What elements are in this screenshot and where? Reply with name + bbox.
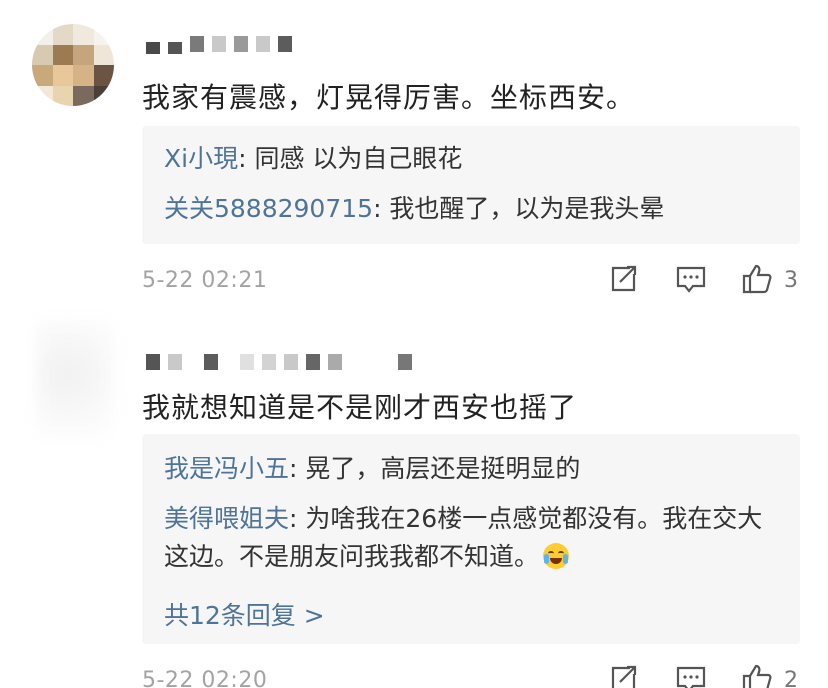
reply-box[interactable]: 我是冯小五: 晃了，高层还是挺明显的 美得喂姐夫: 为啥我在26楼一点感觉都没有… [142, 434, 800, 644]
comment-feed: 我家有震感，灯晃得厉害。坐标西安。 Xi小現: 同感 以为自己眼花 关关5888… [0, 0, 828, 688]
reply-content: : 我也醒了，以为是我头晕 [373, 194, 665, 223]
reply-item[interactable]: Xi小現: 同感 以为自己眼花 [164, 140, 462, 178]
reply-box[interactable]: Xi小現: 同感 以为自己眼花 关关5888290715: 我也醒了，以为是我头… [142, 126, 800, 244]
comment-text: 我家有震感，灯晃得厉害。坐标西安。 [142, 81, 636, 114]
comment-item: 我家有震感，灯晃得厉害。坐标西安。 Xi小現: 同感 以为自己眼花 关关5888… [0, 0, 828, 310]
reply-item[interactable]: 美得喂姐夫: 为啥我在26楼一点感觉都没有。我在交大这边。不是朋友问我我都不知道… [164, 500, 774, 576]
comment-meta: 5-22 02:20 2 [142, 660, 802, 688]
timestamp: 5-22 02:20 [142, 668, 268, 688]
reply-author[interactable]: 美得喂姐夫 [164, 504, 289, 533]
thumbs-up-icon[interactable] [740, 262, 774, 296]
reply-item[interactable]: 我是冯小五: 晃了，高层还是挺明显的 [164, 450, 580, 488]
reply-author[interactable]: 我是冯小五 [164, 454, 289, 483]
avatar[interactable] [32, 24, 114, 106]
comment-icon[interactable] [674, 262, 708, 296]
comment-text: 我就想知道是不是刚才西安也摇了 [142, 391, 578, 424]
like-count: 2 [784, 668, 798, 688]
username-pixelated[interactable] [146, 352, 420, 372]
thumbs-up-icon[interactable] [740, 662, 774, 688]
laughing-crying-emoji-icon [543, 543, 570, 569]
comment-item: 我就想知道是不是刚才西安也摇了 我是冯小五: 晃了，高层还是挺明显的 美得喂姐夫… [0, 310, 828, 688]
reply-content: : 晃了，高层还是挺明显的 [289, 454, 581, 483]
reply-item[interactable]: 关关5888290715: 我也醒了，以为是我头晕 [164, 190, 664, 228]
reply-author[interactable]: Xi小現 [164, 144, 238, 173]
reply-content: : 同感 以为自己眼花 [238, 144, 463, 173]
more-replies-link[interactable]: 共12条回复 > [164, 596, 325, 632]
avatar[interactable] [36, 320, 114, 440]
like-count: 3 [784, 268, 798, 293]
comment-icon[interactable] [674, 662, 708, 688]
share-icon[interactable] [606, 662, 640, 688]
timestamp: 5-22 02:21 [142, 268, 268, 293]
reply-author[interactable]: 关关5888290715 [164, 194, 373, 223]
username-pixelated[interactable] [146, 34, 300, 54]
share-icon[interactable] [606, 262, 640, 296]
comment-meta: 5-22 02:21 3 [142, 260, 802, 300]
